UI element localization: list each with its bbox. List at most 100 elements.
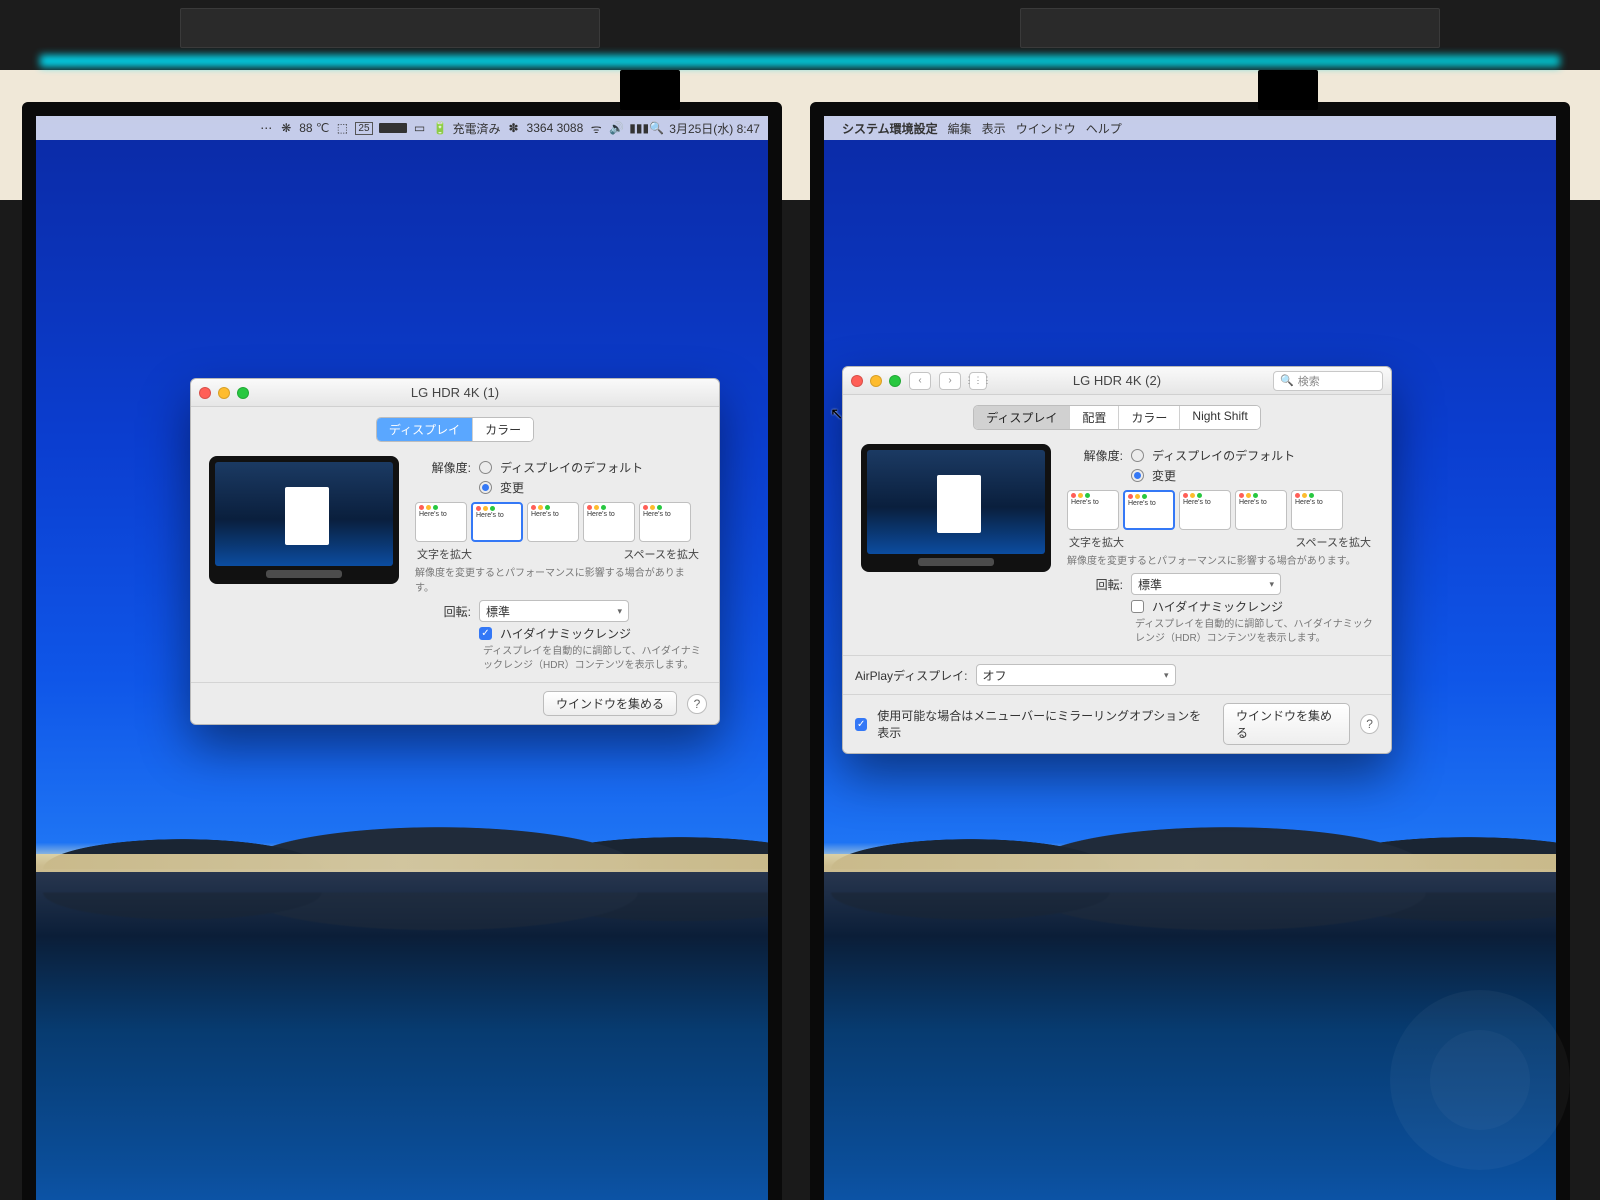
spotlight-icon[interactable]: 🔍 <box>649 121 663 135</box>
menu-extra-icon[interactable]: ⋯ <box>259 121 273 135</box>
close-icon[interactable] <box>851 375 863 387</box>
radio-scaled[interactable] <box>1131 469 1144 482</box>
res-option-2[interactable]: Here's to <box>471 502 523 542</box>
minimize-icon[interactable] <box>870 375 882 387</box>
res-option-5[interactable]: Here's to <box>639 502 691 542</box>
close-icon[interactable] <box>199 387 211 399</box>
nav-back-button[interactable]: ‹ <box>909 372 931 390</box>
res-option-2[interactable]: Here's to <box>1123 490 1175 530</box>
search-icon: 🔍 <box>1280 374 1294 387</box>
window-title-1: LG HDR 4K (1) <box>191 385 719 400</box>
resolution-label: 解像度: <box>1067 447 1123 464</box>
volume-icon[interactable]: 🔊 <box>609 121 623 135</box>
app-name[interactable]: システム環境設定 <box>842 120 938 137</box>
res-option-4[interactable]: Here's to <box>583 502 635 542</box>
res-option-3[interactable]: Here's to <box>527 502 579 542</box>
resolution-options-1: Here's to Here's to Here's to Here's to … <box>415 502 701 542</box>
res-option-3[interactable]: Here's to <box>1179 490 1231 530</box>
zoom-icon[interactable] <box>889 375 901 387</box>
calendar-icon[interactable]: 25 <box>355 122 372 135</box>
resolution-label: 解像度: <box>415 459 471 476</box>
wallpaper-reflection <box>36 892 768 937</box>
rotation-select-1[interactable]: 標準▾ <box>479 600 629 622</box>
wifi-icon[interactable]: ᯤ <box>589 120 603 137</box>
res-option-5[interactable]: Here's to <box>1291 490 1343 530</box>
minimize-icon[interactable] <box>218 387 230 399</box>
fan-icon[interactable]: ❋ <box>279 121 293 135</box>
watermark-logo <box>1390 990 1570 1170</box>
rotation-label: 回転: <box>415 603 471 620</box>
cpu-temp[interactable]: 88 ℃ <box>299 121 329 135</box>
tab-bar-2: ディスプレイ 配置 カラー Night Shift <box>843 395 1391 438</box>
led-glow <box>40 55 1560 67</box>
battery-icon[interactable]: 🔋 <box>433 121 447 135</box>
radio-default[interactable] <box>479 461 492 474</box>
help-button-2[interactable]: ? <box>1360 714 1379 734</box>
menu-help[interactable]: ヘルプ <box>1086 120 1122 137</box>
radio-scaled-label: 変更 <box>1152 467 1176 484</box>
displays-window-1: LG HDR 4K (1) ディスプレイ カラー 解像度: ディスプレイのデフォ… <box>190 378 720 725</box>
hdr-note-2: ディスプレイを自動的に調節して、ハイダイナミックレンジ（HDR）コンテンツを表示… <box>1135 618 1373 645</box>
res-option-1[interactable]: Here's to <box>1067 490 1119 530</box>
menubar-datetime[interactable]: 3月25日(水) 8:47 <box>669 120 760 137</box>
menubar-left-monitor: ⋯ ❋ 88 ℃ ⬚ 25 ▭ 🔋 充電済み ✽ 3364 3088 ᯤ 🔊 ▮… <box>36 116 768 140</box>
resolution-options-2: Here's to Here's to Here's to Here's to … <box>1067 490 1373 530</box>
titlebar-1[interactable]: LG HDR 4K (1) <box>191 379 719 407</box>
help-button-1[interactable]: ? <box>687 694 707 714</box>
perf-note-2: 解像度を変更するとパフォーマンスに影響する場合があります。 <box>1067 552 1373 567</box>
zoom-icon[interactable] <box>237 387 249 399</box>
hdr-label-2: ハイダイナミックレンジ <box>1152 598 1283 615</box>
scale-left-caption: 文字を拡大 <box>1069 534 1124 550</box>
tab-arrangement[interactable]: 配置 <box>1070 406 1119 429</box>
usage-bar-icon[interactable] <box>379 123 407 133</box>
menubar-right-monitor: システム環境設定 編集 表示 ウインドウ ヘルプ <box>824 116 1556 140</box>
rotation-select-2[interactable]: 標準▾ <box>1131 573 1281 595</box>
tab-bar-1: ディスプレイ カラー <box>191 407 719 450</box>
radio-default-label: ディスプレイのデフォルト <box>1152 447 1295 464</box>
perf-note-1: 解像度を変更するとパフォーマンスに影響する場合があります。 <box>415 564 701 594</box>
menu-window[interactable]: ウインドウ <box>1016 120 1076 137</box>
traffic-lights <box>851 375 901 387</box>
traffic-lights <box>199 387 249 399</box>
display-preview-1 <box>209 456 399 584</box>
menu-edit[interactable]: 編集 <box>948 120 972 137</box>
shelf-block-left <box>180 8 600 48</box>
desk-shelf <box>0 0 1600 70</box>
net-numbers[interactable]: 3364 3088 <box>527 121 584 135</box>
tab-color[interactable]: カラー <box>473 418 533 441</box>
tab-color[interactable]: カラー <box>1119 406 1180 429</box>
show-all-icon[interactable]: ⋮⋮⋮ <box>969 372 987 390</box>
hdr-checkbox-2[interactable] <box>1131 600 1144 613</box>
dropbox-icon[interactable]: ⬚ <box>335 121 349 135</box>
radio-scaled[interactable] <box>479 481 492 494</box>
gather-windows-button-2[interactable]: ウインドウを集める <box>1223 703 1350 745</box>
radio-default[interactable] <box>1131 449 1144 462</box>
airplay-select[interactable]: オフ▾ <box>976 664 1176 686</box>
wallpaper-reflection <box>824 892 1556 937</box>
search-field[interactable]: 🔍検索 <box>1273 371 1383 391</box>
wallpaper-horizon <box>36 854 768 872</box>
scale-right-caption: スペースを拡大 <box>623 546 699 562</box>
scale-right-caption: スペースを拡大 <box>1295 534 1371 550</box>
tab-night-shift[interactable]: Night Shift <box>1180 406 1259 429</box>
desktop-left: ⋯ ❋ 88 ℃ ⬚ 25 ▭ 🔋 充電済み ✽ 3364 3088 ᯤ 🔊 ▮… <box>36 116 768 1200</box>
chevron-down-icon: ▾ <box>1269 579 1274 590</box>
hdr-checkbox-1[interactable]: ✓ <box>479 627 492 640</box>
battery-text[interactable]: 充電済み <box>453 120 501 137</box>
monitor-mount-left <box>620 70 680 110</box>
gather-windows-button-1[interactable]: ウインドウを集める <box>543 691 677 716</box>
menu-view[interactable]: 表示 <box>982 120 1006 137</box>
tab-display[interactable]: ディスプレイ <box>377 418 473 441</box>
tab-display[interactable]: ディスプレイ <box>974 406 1070 429</box>
nav-fwd-button[interactable]: › <box>939 372 961 390</box>
signal-icon[interactable]: ▮▮▮ <box>629 121 643 135</box>
display-menu-icon[interactable]: ▭ <box>413 121 427 135</box>
titlebar-2[interactable]: ‹ › ⋮⋮⋮ LG HDR 4K (2) 🔍検索 <box>843 367 1391 395</box>
mirror-checkbox[interactable]: ✓ <box>855 718 867 731</box>
rotation-label: 回転: <box>1067 576 1123 593</box>
res-option-4[interactable]: Here's to <box>1235 490 1287 530</box>
displays-window-2: ‹ › ⋮⋮⋮ LG HDR 4K (2) 🔍検索 ディスプレイ 配置 カラー … <box>842 366 1392 754</box>
istatus-icon[interactable]: ✽ <box>507 121 521 135</box>
hdr-label-1: ハイダイナミックレンジ <box>500 625 631 642</box>
res-option-1[interactable]: Here's to <box>415 502 467 542</box>
